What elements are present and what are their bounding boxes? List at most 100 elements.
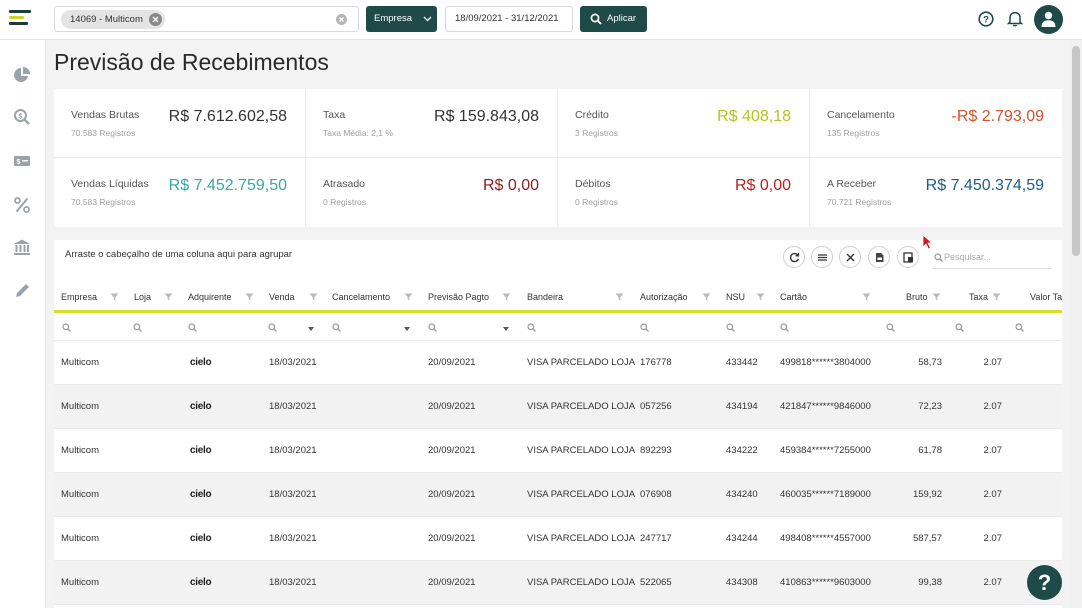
col-header-valor-taxa[interactable]: Valor Ta <box>1030 284 1062 310</box>
cielo-logo-text: cielo <box>190 577 212 588</box>
filter-icon[interactable] <box>309 293 318 301</box>
col-header-bandeira[interactable]: Bandeira <box>527 284 563 310</box>
cell-empresa: Multicom <box>61 401 100 412</box>
cell-bruto: 99,38 <box>918 577 942 588</box>
search-icon[interactable] <box>1015 323 1024 332</box>
refresh-button[interactable] <box>783 246 805 268</box>
filter-icon[interactable] <box>164 293 173 301</box>
table-row[interactable]: Multicom cielo 18/03/2021 20/09/2021 VIS… <box>54 341 1062 385</box>
bank-icon[interactable] <box>13 238 31 256</box>
cell-autorizacao: 076908 <box>640 489 672 500</box>
help-circle-icon[interactable]: ? <box>978 11 994 27</box>
card-vendas-liquidas: Vendas Líquidas 70.583 Registros R$ 7.45… <box>54 158 306 227</box>
empresa-dropdown[interactable]: Empresa <box>366 6 437 32</box>
table-row[interactable]: Multicom cielo 18/03/2021 20/09/2021 VIS… <box>54 429 1062 473</box>
search-icon[interactable] <box>268 323 277 332</box>
caret-down-icon[interactable] <box>404 327 410 331</box>
cielo-logo: cielo <box>190 341 212 384</box>
table-row[interactable]: Multicom cielo 18/03/2021 20/09/2021 VIS… <box>54 473 1062 517</box>
filter-icon[interactable] <box>245 293 254 301</box>
table-row[interactable]: Multicom cielo 18/03/2021 20/09/2021 VIS… <box>54 561 1062 605</box>
help-fab-button[interactable]: ? <box>1027 565 1062 600</box>
cell-autorizacao: 522065 <box>640 577 672 588</box>
cell-taxa: 2.07 <box>983 445 1003 456</box>
cielo-logo: cielo <box>190 561 212 604</box>
card-sub: 70.721 Registros <box>827 197 892 207</box>
clear-selection-icon[interactable] <box>336 14 347 25</box>
filter-icon[interactable] <box>404 293 413 301</box>
pie-chart-icon[interactable] <box>13 66 31 84</box>
filter-icon[interactable] <box>862 293 871 301</box>
filter-icon[interactable] <box>702 293 711 301</box>
search-icon[interactable] <box>955 323 964 332</box>
page-scrollbar[interactable] <box>1070 40 1082 608</box>
chip-remove-icon[interactable] <box>148 13 162 26</box>
card-label: Atrasado <box>323 178 366 190</box>
columns-button[interactable] <box>811 246 833 268</box>
money-bill-icon[interactable]: $ <box>13 152 31 170</box>
col-header-cartao[interactable]: Cartão <box>780 284 807 310</box>
col-header-loja[interactable]: Loja <box>134 284 151 310</box>
col-header-previsao[interactable]: Previsão Pagto <box>428 284 489 310</box>
company-select[interactable]: 14069 - Multicom <box>54 6 359 32</box>
col-header-taxa[interactable]: Taxa <box>969 284 988 310</box>
search-icon[interactable] <box>726 323 735 332</box>
search-icon[interactable] <box>62 323 71 332</box>
search-icon[interactable] <box>886 323 895 332</box>
filter-icon[interactable] <box>502 293 511 301</box>
percent-icon[interactable] <box>13 196 31 214</box>
apply-button[interactable]: Aplicar <box>580 6 647 32</box>
date-range-input[interactable]: 18/09/2021 - 31/12/2021 <box>445 6 573 32</box>
card-value: R$ 408,18 <box>717 108 791 125</box>
col-header-empresa[interactable]: Empresa <box>61 284 97 310</box>
card-label: Débitos <box>575 178 611 190</box>
bell-icon[interactable] <box>1007 10 1023 27</box>
cell-bruto: 58,73 <box>918 357 942 368</box>
col-header-bruto[interactable]: Bruto <box>906 284 928 310</box>
col-header-autorizacao[interactable]: Autorização <box>640 284 688 310</box>
cielo-logo: cielo <box>190 517 212 560</box>
search-icon[interactable] <box>527 323 536 332</box>
search-icon[interactable] <box>188 323 197 332</box>
filter-icon[interactable] <box>615 293 624 301</box>
col-header-venda[interactable]: Venda <box>269 284 295 310</box>
search-icon[interactable] <box>780 323 789 332</box>
filter-icon[interactable] <box>992 293 1001 301</box>
search-icon <box>590 13 602 25</box>
pencil-icon[interactable] <box>13 282 31 300</box>
cell-bruto: 159,92 <box>912 489 942 500</box>
grid-search-input[interactable]: Pesquisar... <box>932 245 1052 269</box>
search-icon[interactable] <box>640 323 649 332</box>
company-chip-label: 14069 - Multicom <box>70 14 143 25</box>
table-row[interactable]: Multicom cielo 18/03/2021 20/09/2021 VIS… <box>54 517 1062 561</box>
menu-logo-icon[interactable] <box>9 10 31 28</box>
cell-previsao: 20/09/2021 <box>428 357 476 368</box>
col-header-nsu[interactable]: NSU <box>726 284 745 310</box>
search-icon[interactable] <box>428 323 437 332</box>
group-panel-hint[interactable]: Arraste o cabeçalho de uma coluna aqui p… <box>65 249 292 260</box>
col-header-adquirente[interactable]: Adquirente <box>188 284 232 310</box>
user-avatar[interactable] <box>1034 5 1063 34</box>
table-row[interactable]: Multicom cielo 18/03/2021 20/09/2021 VIS… <box>54 385 1062 429</box>
caret-down-icon[interactable] <box>503 327 509 331</box>
filter-icon[interactable] <box>110 293 119 301</box>
col-header-cancelamento[interactable]: Cancelamento <box>332 284 390 310</box>
filter-icon[interactable] <box>756 293 765 301</box>
svg-text:$: $ <box>19 113 23 120</box>
cell-autorizacao: 057256 <box>640 401 672 412</box>
clear-filters-button[interactable] <box>839 246 861 268</box>
filter-icon[interactable] <box>932 293 941 301</box>
search-dollar-icon[interactable]: $ <box>13 108 31 126</box>
card-label: Cancelamento <box>827 109 895 121</box>
card-value: R$ 0,00 <box>734 177 791 194</box>
search-icon[interactable] <box>332 323 341 332</box>
export-excel-button[interactable] <box>897 246 919 268</box>
company-chip: 14069 - Multicom <box>61 10 165 29</box>
cielo-logo-text: cielo <box>190 533 212 544</box>
search-icon[interactable] <box>133 323 142 332</box>
export-pdf-button[interactable] <box>868 246 890 268</box>
caret-down-icon[interactable] <box>308 327 314 331</box>
card-value: -R$ 2.793,09 <box>951 108 1044 125</box>
scrollbar-thumb[interactable] <box>1072 46 1080 256</box>
card-atrasado: Atrasado 0 Registros R$ 0,00 <box>306 158 558 227</box>
